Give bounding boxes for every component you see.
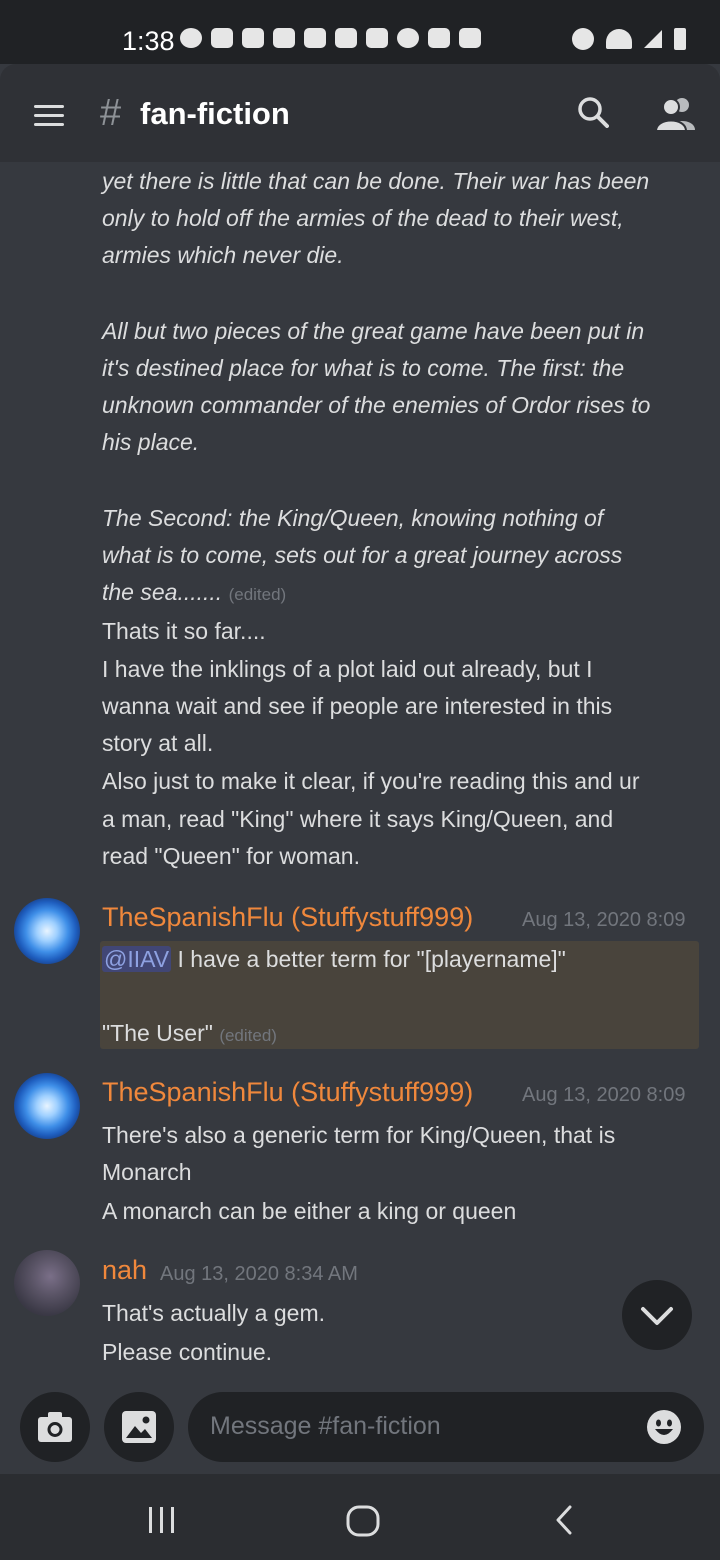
youtube-icon bbox=[242, 28, 264, 48]
app-icon bbox=[273, 28, 295, 48]
gmail-icon bbox=[304, 28, 326, 48]
image-icon bbox=[122, 1411, 156, 1443]
message-text: unknown commander of the enemies of Ordo… bbox=[102, 392, 651, 418]
message-text: Thats it so far.... bbox=[102, 618, 266, 644]
channel-header: # fan-fiction bbox=[0, 64, 720, 162]
edited-label: (edited) bbox=[219, 1026, 277, 1045]
wifi-icon bbox=[606, 29, 632, 49]
message-text: it's destined place for what is to come.… bbox=[102, 355, 625, 381]
message-text: A monarch can be either a king or queen bbox=[102, 1198, 517, 1224]
hash-icon: # bbox=[100, 92, 122, 134]
channel-title: fan-fiction bbox=[140, 96, 290, 131]
camera-button[interactable] bbox=[20, 1392, 90, 1462]
message-list[interactable]: yet there is little that can be done. Th… bbox=[0, 162, 720, 1382]
chat-input-bar: Message #fan-fiction bbox=[0, 1382, 720, 1474]
message-text: read "Queen" for woman. bbox=[102, 843, 360, 869]
gmail-icon bbox=[335, 28, 357, 48]
android-nav-bar bbox=[0, 1474, 720, 1560]
hamburger-icon[interactable] bbox=[34, 105, 64, 127]
messenger-icon bbox=[180, 28, 202, 48]
message-placeholder: Message #fan-fiction bbox=[210, 1412, 441, 1440]
discord-icon bbox=[459, 28, 481, 48]
message-text: what is to come, sets out for a great jo… bbox=[102, 542, 623, 568]
signal-icon bbox=[644, 30, 662, 48]
message-text: Monarch bbox=[102, 1159, 192, 1185]
status-time: 1:38 bbox=[122, 26, 175, 56]
message-text: The Second: the King/Queen, knowing noth… bbox=[102, 505, 604, 531]
search-icon[interactable] bbox=[577, 96, 609, 128]
edited-label: (edited) bbox=[228, 585, 287, 604]
edit-icon bbox=[397, 28, 419, 48]
notification-icons bbox=[180, 28, 481, 48]
members-icon[interactable] bbox=[655, 96, 695, 132]
message-text: @IIAV I have a better term for "[playern… bbox=[102, 946, 566, 972]
alarm-icon bbox=[572, 28, 594, 50]
message-text: armies which never die. bbox=[102, 242, 344, 268]
message-text-last: the sea....... (edited) bbox=[102, 579, 287, 605]
message-text: There's also a generic term for King/Que… bbox=[102, 1122, 616, 1148]
chevron-down-icon bbox=[641, 1307, 673, 1325]
message-text: All but two pieces of the great game hav… bbox=[102, 318, 645, 344]
username[interactable]: nah bbox=[102, 1255, 147, 1286]
battery-icon bbox=[674, 28, 686, 50]
timestamp: Aug 13, 2020 8:34 AM bbox=[160, 1263, 358, 1285]
status-bar: 1:38 bbox=[0, 0, 720, 64]
username[interactable]: TheSpanishFlu (Stuffystuff999) bbox=[102, 1077, 473, 1108]
recents-icon[interactable] bbox=[147, 1507, 177, 1533]
timestamp: Aug 13, 2020 8:09 bbox=[522, 909, 686, 931]
message-text: a man, read "King" where it says King/Qu… bbox=[102, 806, 614, 832]
message-text: "The User" (edited) bbox=[102, 1020, 277, 1046]
avatar[interactable] bbox=[14, 1250, 80, 1316]
youtube-icon bbox=[366, 28, 388, 48]
message-text: Please continue. bbox=[102, 1339, 273, 1365]
timestamp: Aug 13, 2020 8:09 bbox=[522, 1084, 686, 1106]
back-icon[interactable] bbox=[552, 1504, 576, 1536]
user-mention[interactable]: @IIAV bbox=[102, 946, 172, 972]
message-text: his place. bbox=[102, 429, 200, 455]
message-input[interactable]: Message #fan-fiction bbox=[188, 1392, 704, 1462]
message-text: I have the inklings of a plot laid out a… bbox=[102, 656, 593, 682]
avatar[interactable] bbox=[14, 1073, 80, 1139]
camera-icon bbox=[38, 1412, 72, 1442]
jump-to-bottom-button[interactable] bbox=[622, 1280, 692, 1350]
message-text: yet there is little that can be done. Th… bbox=[102, 168, 650, 194]
emoji-icon[interactable] bbox=[646, 1409, 682, 1445]
message-text: That's actually a gem. bbox=[102, 1300, 325, 1326]
gallery-icon bbox=[428, 28, 450, 48]
message-text: wanna wait and see if people are interes… bbox=[102, 693, 613, 719]
message-text: only to hold off the armies of the dead … bbox=[102, 205, 624, 231]
username[interactable]: TheSpanishFlu (Stuffystuff999) bbox=[102, 902, 473, 933]
image-button[interactable] bbox=[104, 1392, 174, 1462]
message-text: Also just to make it clear, if you're re… bbox=[102, 768, 640, 794]
avatar[interactable] bbox=[14, 898, 80, 964]
home-icon[interactable] bbox=[346, 1505, 380, 1537]
system-icons bbox=[572, 28, 686, 50]
message-text: story at all. bbox=[102, 730, 214, 756]
youtube-icon bbox=[211, 28, 233, 48]
